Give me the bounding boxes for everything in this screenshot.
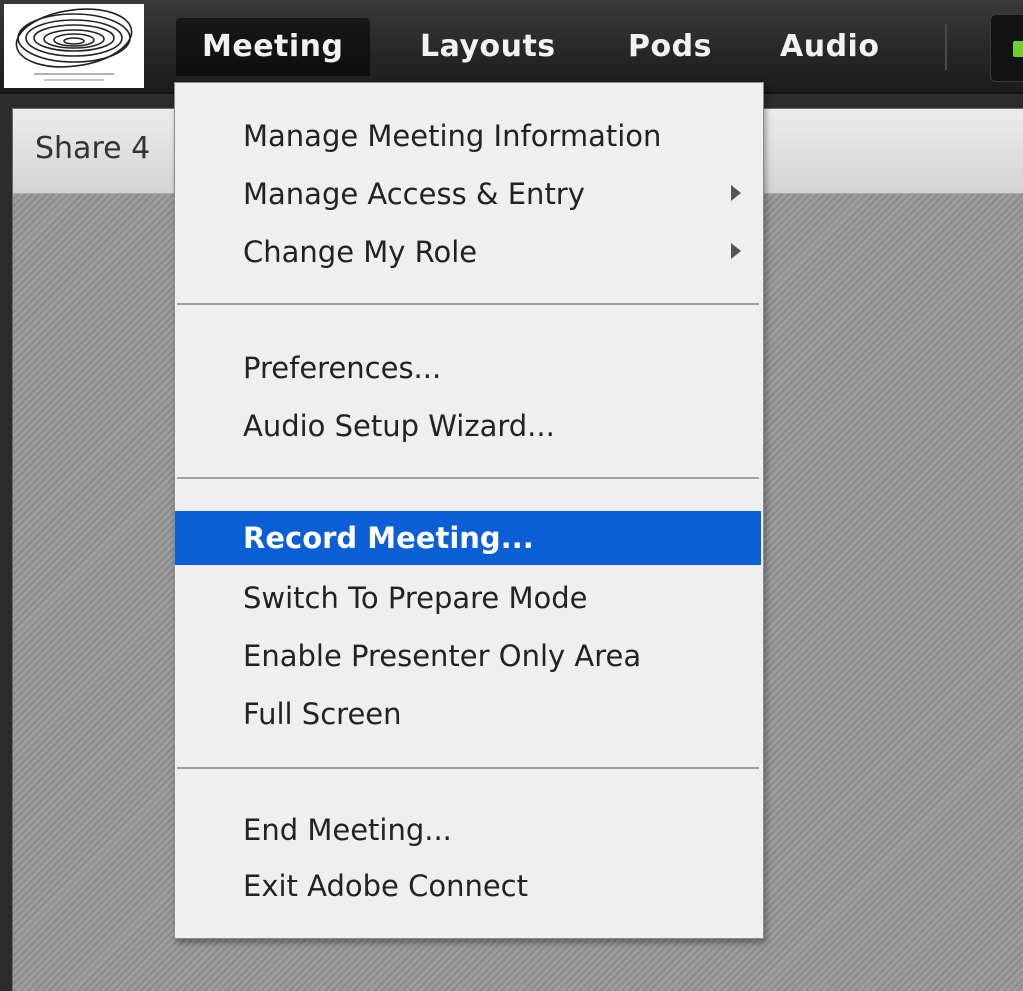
menu-item-change-my-role[interactable]: Change My Role <box>175 225 763 279</box>
menu-bar: Meeting Layouts Pods Audio <box>0 0 1023 94</box>
menu-item-enable-presenter-only-area[interactable]: Enable Presenter Only Area <box>175 629 763 683</box>
status-button[interactable] <box>990 14 1023 82</box>
menu-item-label: Full Screen <box>243 697 402 731</box>
menu-pods[interactable]: Pods <box>602 18 738 76</box>
menu-item-label: End Meeting... <box>243 813 452 847</box>
menu-item-full-screen[interactable]: Full Screen <box>175 687 763 741</box>
submenu-arrow-icon <box>731 185 741 201</box>
menu-item-switch-to-prepare-mode[interactable]: Switch To Prepare Mode <box>175 571 763 625</box>
menu-item-label: Audio Setup Wizard... <box>243 409 555 443</box>
menu-item-label: Enable Presenter Only Area <box>243 639 642 673</box>
menu-item-label: Exit Adobe Connect <box>243 869 528 903</box>
menu-item-end-meeting[interactable]: End Meeting... <box>175 803 763 857</box>
organization-logo <box>4 4 144 88</box>
menu-divider <box>945 24 947 70</box>
menu-item-manage-access-entry[interactable]: Manage Access & Entry <box>175 167 763 221</box>
menu-item-label: Record Meeting... <box>243 521 534 555</box>
pod-title: Share 4 <box>35 131 151 166</box>
menu-separator <box>177 303 759 305</box>
status-indicator-icon <box>1013 41 1023 57</box>
menu-layouts[interactable]: Layouts <box>394 18 582 76</box>
menu-item-label: Preferences... <box>243 351 442 385</box>
menu-separator <box>177 767 759 769</box>
menu-meeting[interactable]: Meeting <box>176 18 370 76</box>
menu-item-record-meeting[interactable]: Record Meeting... <box>175 511 761 565</box>
menu-item-manage-meeting-information[interactable]: Manage Meeting Information <box>175 109 763 163</box>
menu-item-label: Manage Meeting Information <box>243 119 662 153</box>
menu-item-label: Change My Role <box>243 235 478 269</box>
menu-item-preferences[interactable]: Preferences... <box>175 341 763 395</box>
menu-audio[interactable]: Audio <box>754 18 905 76</box>
menu-item-label: Switch To Prepare Mode <box>243 581 588 615</box>
menu-item-label: Manage Access & Entry <box>243 177 585 211</box>
menu-item-exit-adobe-connect[interactable]: Exit Adobe Connect <box>175 859 763 913</box>
adobe-connect-window: Meeting Layouts Pods Audio Share 4 Manag… <box>0 0 1023 991</box>
meeting-dropdown-menu: Manage Meeting Information Manage Access… <box>174 82 764 939</box>
menu-separator <box>177 477 759 479</box>
submenu-arrow-icon <box>731 243 741 259</box>
menu-item-audio-setup-wizard[interactable]: Audio Setup Wizard... <box>175 399 763 453</box>
